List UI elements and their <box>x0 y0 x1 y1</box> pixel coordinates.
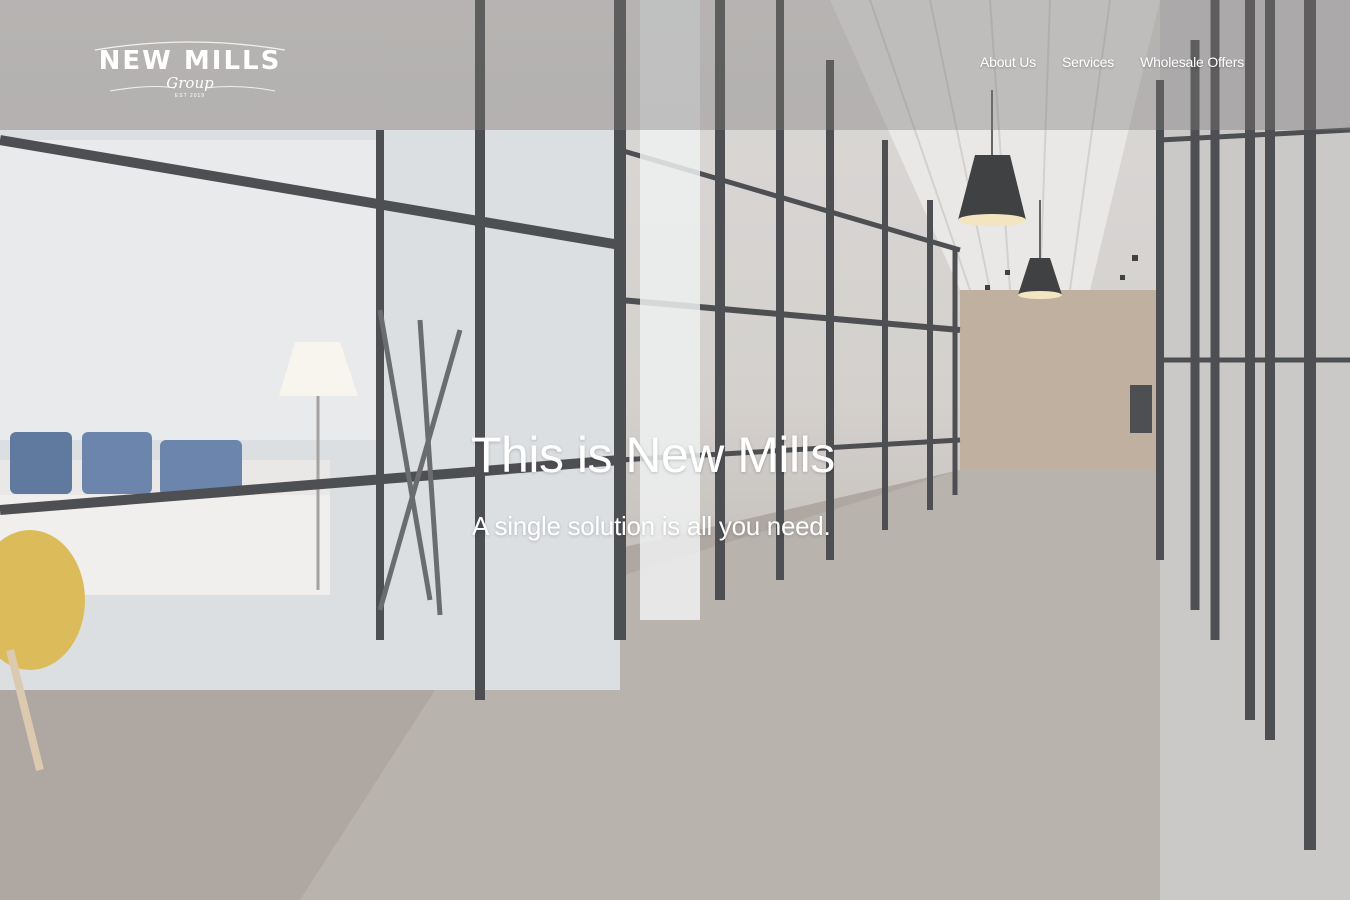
hero-subtitle: A single solution is all you need. <box>472 511 831 541</box>
nav-item-services[interactable]: Services <box>1062 54 1114 70</box>
brand-name: NEW MILLS <box>98 46 282 76</box>
top-navbar: NEW MILLS Group EST 2019 About Us Servic… <box>0 0 1350 130</box>
main-nav: About Us Services Wholesale Offers <box>980 54 1244 70</box>
hero-title: This is New Mills <box>471 427 835 483</box>
brand-subtitle: Group <box>166 74 214 92</box>
brand-logo[interactable]: NEW MILLS Group EST 2019 <box>90 36 290 106</box>
nav-item-about-us[interactable]: About Us <box>980 54 1036 70</box>
nav-item-wholesale-offers[interactable]: Wholesale Offers <box>1140 54 1244 70</box>
brand-established: EST 2019 <box>174 93 206 99</box>
